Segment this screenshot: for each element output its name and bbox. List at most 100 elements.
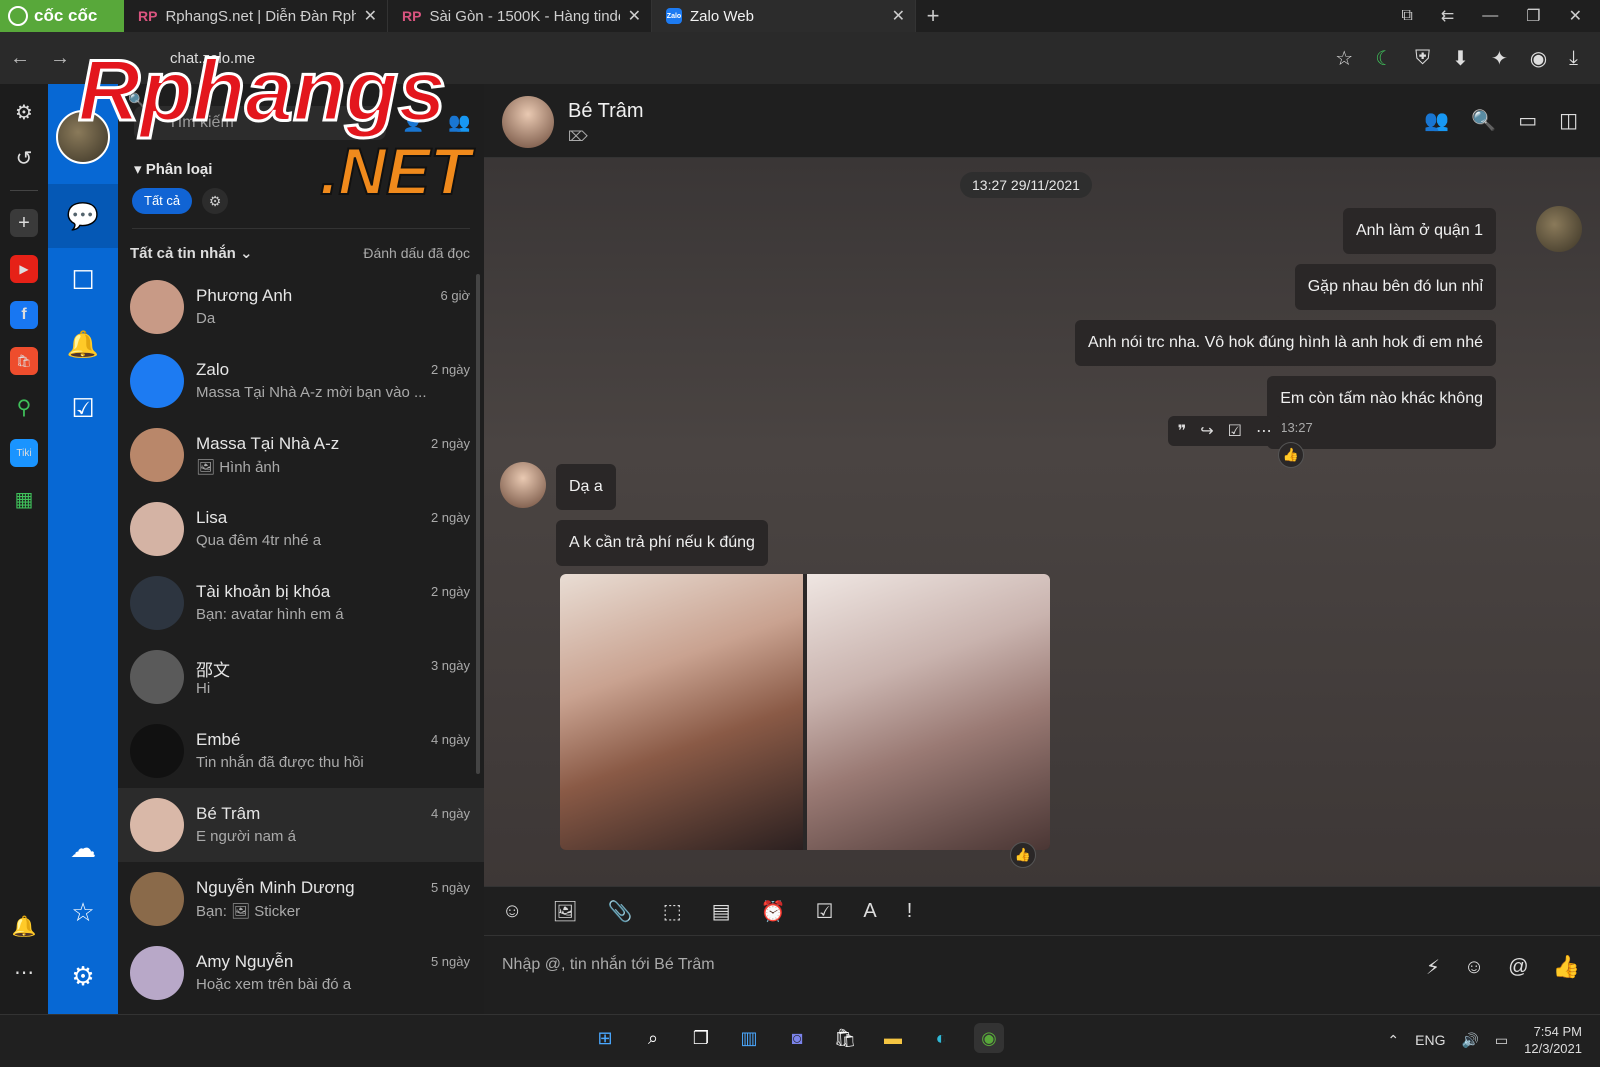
starred-button[interactable]: ☆ bbox=[48, 880, 118, 944]
new-tab-button[interactable]: + bbox=[916, 0, 950, 32]
messages-tab-button[interactable]: 💬 bbox=[48, 184, 118, 248]
like-reaction-icon[interactable]: 👍 bbox=[1278, 442, 1304, 468]
urgent-icon[interactable]: ! bbox=[907, 900, 913, 923]
image-icon[interactable]: 🖼 bbox=[552, 899, 577, 924]
tab-rphangs[interactable]: RP RphangS.net | Diễn Đàn Rpha ✕ bbox=[124, 0, 388, 32]
youtube-icon[interactable]: ▶ bbox=[10, 255, 38, 283]
close-tab-icon[interactable]: ✕ bbox=[628, 6, 641, 26]
notifications-tab-button[interactable]: 🔔 bbox=[48, 312, 118, 376]
notification-bell-icon[interactable]: 🔔 bbox=[10, 912, 38, 940]
contacts-tab-button[interactable]: ☐ bbox=[48, 248, 118, 312]
screenshot-icon[interactable]: ⬚ bbox=[663, 899, 682, 924]
photo-thumbnail[interactable] bbox=[560, 574, 803, 850]
add-friend-icon[interactable]: 👤 bbox=[402, 112, 424, 133]
store-icon[interactable]: 🛍 bbox=[830, 1023, 860, 1053]
photo-thumbnail[interactable] bbox=[807, 574, 1050, 850]
cast-icon[interactable]: ⧉ bbox=[1401, 7, 1412, 25]
search-input[interactable]: Tìm kiếm bbox=[134, 106, 386, 140]
savior-download-icon[interactable]: ⬇ bbox=[1452, 46, 1469, 71]
conversation-item[interactable]: Phương Anh Da 6 giờ bbox=[118, 270, 484, 344]
edge-icon[interactable]: ◐ bbox=[926, 1023, 956, 1053]
category-toggle[interactable]: ▾ Phân loại bbox=[134, 160, 212, 178]
tag-icon[interactable]: ⌦ bbox=[568, 128, 588, 145]
task-view-icon[interactable]: ❐ bbox=[686, 1023, 716, 1053]
contact-avatar[interactable] bbox=[502, 96, 554, 148]
close-tab-icon[interactable]: ✕ bbox=[892, 6, 905, 26]
clock[interactable]: 7:54 PM 12/3/2021 bbox=[1524, 1023, 1582, 1057]
conversation-item[interactable]: 邵文 Hi 3 ngày bbox=[118, 640, 484, 714]
history-icon[interactable]: ↺ bbox=[10, 144, 38, 172]
add-to-group-icon[interactable]: 👥 bbox=[1424, 108, 1449, 133]
conversation-item[interactable]: Lisa Qua đêm 4tr nhé a 2 ngày bbox=[118, 492, 484, 566]
create-group-icon[interactable]: 👥 bbox=[448, 112, 470, 133]
coccoc-menu-button[interactable]: cốc cốc bbox=[0, 0, 124, 32]
filter-chip-all[interactable]: Tất cả bbox=[132, 188, 193, 214]
video-call-icon[interactable]: ▭ bbox=[1518, 108, 1537, 133]
dark-mode-icon[interactable]: ☾ bbox=[1375, 46, 1393, 71]
conversation-item[interactable]: Zalo Massa Tại Nhà A-z mời bạn vào ... 2 n… bbox=[118, 344, 484, 418]
sent-message[interactable]: Gặp nhau bên đó lun nhỉ bbox=[1294, 264, 1496, 310]
cloud-button[interactable]: ☁ bbox=[48, 816, 118, 880]
tab-saigon[interactable]: RP Sài Gòn - 1500K - Hàng tinde ✕ bbox=[388, 0, 652, 32]
profile-icon[interactable]: ◉ bbox=[1530, 46, 1547, 71]
conversation-item[interactable]: Nguyễn Minh Dương Bạn: 🖼 Sticker 5 ngày bbox=[118, 862, 484, 936]
adblock-shield-icon[interactable]: ⛨ bbox=[1415, 47, 1430, 70]
contact-name[interactable]: Bé Trâm bbox=[568, 100, 644, 123]
settings-button[interactable]: ⚙ bbox=[48, 944, 118, 1008]
gear-icon[interactable]: ⚙ bbox=[10, 98, 38, 126]
more-icon[interactable]: ⋯ bbox=[10, 958, 38, 986]
tiki-icon[interactable]: Tiki bbox=[10, 439, 38, 467]
sent-message[interactable]: Anh làm ở quận 1 bbox=[1342, 208, 1496, 254]
close-window-button[interactable]: ✕ bbox=[1569, 6, 1582, 26]
message-area[interactable]: 13:27 29/11/2021 Anh làm ở quận 1 Gặp nh… bbox=[484, 158, 1600, 886]
close-tab-icon[interactable]: ✕ bbox=[364, 6, 377, 26]
map-pin-icon[interactable]: ⚲ bbox=[10, 393, 38, 421]
search-messages-icon[interactable]: 🔍 bbox=[1471, 108, 1496, 133]
quote-icon[interactable]: ❞ bbox=[1178, 421, 1187, 441]
tab-zalo-web[interactable]: Zalo Zalo Web ✕ bbox=[652, 0, 916, 32]
filter-settings-icon[interactable]: ⚙ bbox=[202, 188, 228, 214]
emoji-icon[interactable]: ☺ bbox=[1464, 956, 1484, 979]
calendar-icon[interactable]: ▦ bbox=[10, 485, 38, 513]
attach-file-icon[interactable]: 📎 bbox=[608, 899, 633, 924]
conversation-item[interactable]: Amy Nguyễn Hoặc xem trên bài đó a 5 ngày bbox=[118, 936, 484, 1010]
sent-message[interactable]: Anh nói trc nha. Vô hok đúng hình là anh… bbox=[1075, 320, 1496, 366]
all-messages-dropdown[interactable]: Tất cả tin nhắn ⌄ bbox=[130, 244, 253, 262]
mark-all-read-link[interactable]: Đánh dấu đã đọc bbox=[363, 245, 470, 261]
forward-icon[interactable]: ↪ bbox=[1200, 421, 1213, 441]
volume-icon[interactable]: 🔊 bbox=[1461, 1032, 1478, 1049]
conversation-item[interactable]: Embé Tin nhắn đã được thu hồi 4 ngày bbox=[118, 714, 484, 788]
sticker-icon[interactable]: ☺ bbox=[502, 900, 522, 923]
business-card-icon[interactable]: ▤ bbox=[712, 899, 731, 924]
bookmark-star-icon[interactable]: ☆ bbox=[1335, 46, 1353, 71]
send-like-icon[interactable]: 👍 bbox=[1553, 954, 1580, 980]
language-indicator[interactable]: ENG bbox=[1415, 1032, 1445, 1048]
assign-task-icon[interactable]: ☑ bbox=[815, 899, 833, 924]
add-todo-icon[interactable]: ☑ bbox=[1228, 421, 1242, 441]
more-icon[interactable]: ⋯ bbox=[1256, 421, 1272, 441]
mention-icon[interactable]: @ bbox=[1508, 956, 1528, 979]
restore-button[interactable]: ❐ bbox=[1526, 6, 1540, 26]
like-reaction-icon[interactable]: 👍 bbox=[1010, 842, 1036, 868]
conversation-item[interactable]: Tài khoản bị khóa Bạn: avatar hình em á 2 … bbox=[118, 566, 484, 640]
windows-start-icon[interactable]: ⊞ bbox=[590, 1023, 620, 1053]
conversation-item[interactable]: Bé Trâm E người nam á 4 ngày bbox=[118, 788, 484, 862]
todo-tab-button[interactable]: ☑ bbox=[48, 376, 118, 440]
shopee-icon[interactable]: 🛍 bbox=[10, 347, 38, 375]
message-input[interactable]: Nhập @, tin nhắn tới Bé Trâm bbox=[502, 956, 715, 974]
coccoc-icon[interactable]: ◉ bbox=[974, 1023, 1004, 1053]
url-field[interactable]: chat.zalo.me bbox=[170, 50, 255, 67]
text-format-icon[interactable]: A bbox=[863, 900, 876, 923]
minimize-button[interactable]: — bbox=[1482, 7, 1498, 25]
quick-message-icon[interactable]: ⚡ bbox=[1426, 955, 1440, 980]
facebook-icon[interactable]: f bbox=[10, 301, 38, 329]
search-icon[interactable]: ⌕ bbox=[638, 1023, 668, 1053]
contact-message-avatar[interactable] bbox=[500, 462, 546, 508]
list-scrollbar[interactable] bbox=[476, 274, 480, 774]
add-icon[interactable]: + bbox=[10, 209, 38, 237]
extensions-icon[interactable]: ✦ bbox=[1491, 46, 1508, 71]
my-avatar[interactable] bbox=[56, 110, 110, 164]
teams-chat-icon[interactable]: ◙ bbox=[782, 1023, 812, 1053]
reminder-clock-icon[interactable]: ⏰ bbox=[761, 899, 786, 924]
conversation-item[interactable]: Massa Tại Nhà A-z 🖼 Hình ảnh 2 ngày bbox=[118, 418, 484, 492]
